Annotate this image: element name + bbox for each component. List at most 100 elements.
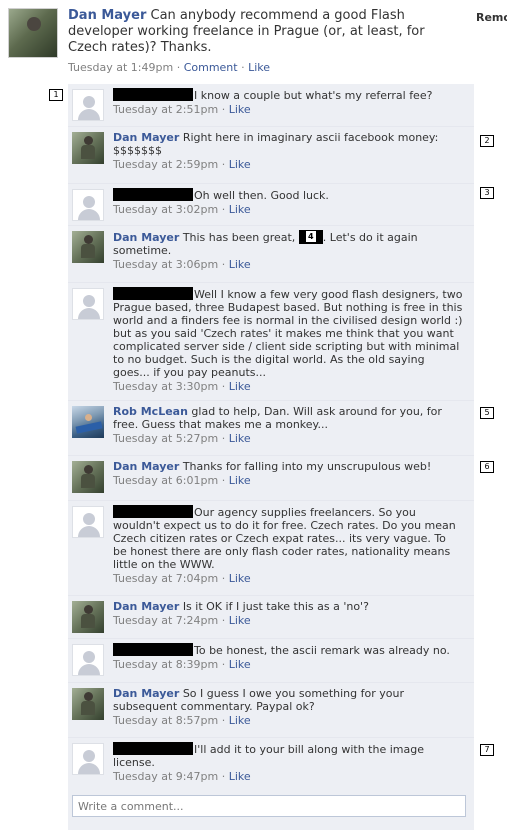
- comment-text: Is it OK if I just take this as a 'no'?: [182, 600, 369, 613]
- comment-meta: Tuesday at 7:24pm · Like: [113, 614, 463, 627]
- comment-meta: Tuesday at 8:57pm · Like: [113, 714, 463, 727]
- comment-body: Dan Mayer Right here in imaginary ascii …: [113, 131, 463, 171]
- author-avatar[interactable]: [72, 231, 104, 263]
- like-link[interactable]: Like: [229, 714, 251, 727]
- comment-timestamp[interactable]: Tuesday at 8:39pm: [113, 658, 218, 671]
- comment-meta: Tuesday at 3:30pm · Like: [113, 380, 463, 393]
- author-avatar[interactable]: [72, 406, 104, 438]
- comment-author-link[interactable]: Dan Mayer: [113, 460, 179, 473]
- separator: ·: [176, 61, 181, 74]
- comment-item: I know a couple but what's my referral f…: [68, 84, 474, 126]
- post-meta: Tuesday at 1:49pm · Comment · Like: [68, 61, 270, 74]
- comment-timestamp[interactable]: Tuesday at 3:30pm: [113, 380, 218, 393]
- redacted-author-name: [113, 287, 193, 300]
- separator: ·: [221, 258, 226, 271]
- like-link[interactable]: Like: [229, 474, 251, 487]
- comment-meta: Tuesday at 3:06pm · Like: [113, 258, 463, 271]
- annotation-marker-5: 5: [480, 407, 494, 419]
- comment-author-link[interactable]: Dan Mayer: [113, 231, 179, 244]
- redacted-author-name: [113, 505, 193, 518]
- like-link[interactable]: Like: [229, 203, 251, 216]
- comment-body: Rob McLean glad to help, Dan. Will ask a…: [113, 405, 463, 445]
- comment-meta: Tuesday at 6:01pm · Like: [113, 474, 463, 487]
- annotation-marker-2: 2: [480, 135, 494, 147]
- comment-timestamp[interactable]: Tuesday at 6:01pm: [113, 474, 218, 487]
- comment-timestamp[interactable]: Tuesday at 3:02pm: [113, 203, 218, 216]
- comment-author-link[interactable]: Dan Mayer: [113, 687, 179, 700]
- comment-meta: Tuesday at 7:04pm · Like: [113, 572, 463, 585]
- like-link[interactable]: Like: [229, 103, 251, 116]
- post-timestamp[interactable]: Tuesday at 1:49pm: [68, 61, 173, 74]
- like-link[interactable]: Like: [229, 432, 251, 445]
- separator: ·: [241, 61, 245, 74]
- comment-text: Oh well then. Good luck.: [194, 189, 329, 202]
- comment-item: I'll add it to your bill along with the …: [68, 737, 474, 792]
- annotation-marker-6: 6: [480, 461, 494, 473]
- like-link[interactable]: Like: [229, 572, 251, 585]
- default-user-avatar-icon[interactable]: [72, 644, 104, 676]
- like-link[interactable]: Like: [229, 658, 251, 671]
- comment-author-link[interactable]: Rob McLean: [113, 405, 188, 418]
- like-link[interactable]: Like: [248, 61, 270, 74]
- annotation-marker-7: 7: [480, 744, 494, 756]
- separator: ·: [221, 572, 226, 585]
- default-user-avatar-icon[interactable]: [72, 189, 104, 221]
- author-avatar[interactable]: [72, 132, 104, 164]
- separator: ·: [221, 158, 226, 171]
- post-author-link[interactable]: Dan Mayer: [68, 8, 146, 23]
- comment-timestamp[interactable]: Tuesday at 3:06pm: [113, 258, 218, 271]
- comment-body: I know a couple but what's my referral f…: [113, 88, 463, 116]
- comment-author-link[interactable]: Dan Mayer: [113, 600, 179, 613]
- comment-item: Dan Mayer Thanks for falling into my uns…: [68, 455, 474, 500]
- comment-text: I know a couple but what's my referral f…: [194, 89, 433, 102]
- author-avatar[interactable]: [8, 8, 58, 58]
- comment-meta: Tuesday at 8:39pm · Like: [113, 658, 463, 671]
- comment-meta: Tuesday at 3:02pm · Like: [113, 203, 463, 216]
- redacted-author-name: [113, 742, 193, 755]
- default-user-avatar-icon[interactable]: [72, 288, 104, 320]
- like-link[interactable]: Like: [229, 380, 251, 393]
- comment-text: Thanks for falling into my unscrupulous …: [182, 460, 432, 473]
- comment-body: Dan Mayer This has been great, 4. Let's …: [113, 230, 463, 271]
- comment-text-start: This has been great,: [182, 231, 296, 244]
- comment-body: I'll add it to your bill along with the …: [113, 742, 463, 783]
- separator: ·: [221, 103, 226, 116]
- separator: ·: [221, 714, 226, 727]
- comment-timestamp[interactable]: Tuesday at 2:51pm: [113, 103, 218, 116]
- author-avatar[interactable]: [72, 688, 104, 720]
- remove-link[interactable]: Remo: [476, 11, 507, 24]
- comment-timestamp[interactable]: Tuesday at 5:27pm: [113, 432, 218, 445]
- comment-author-link[interactable]: Dan Mayer: [113, 131, 179, 144]
- comment-timestamp[interactable]: Tuesday at 7:04pm: [113, 572, 218, 585]
- like-link[interactable]: Like: [229, 614, 251, 627]
- marker-label: 4: [305, 231, 316, 242]
- separator: ·: [221, 203, 226, 216]
- like-link[interactable]: Like: [229, 770, 251, 783]
- comment-timestamp[interactable]: Tuesday at 2:59pm: [113, 158, 218, 171]
- redacted-author-name: [113, 88, 193, 101]
- separator: ·: [221, 614, 226, 627]
- default-user-avatar-icon[interactable]: [72, 89, 104, 121]
- redacted-author-name: [113, 188, 193, 201]
- like-link[interactable]: Like: [229, 158, 251, 171]
- comment-timestamp[interactable]: Tuesday at 8:57pm: [113, 714, 218, 727]
- separator: ·: [221, 474, 226, 487]
- comment-body: Dan Mayer So I guess I owe you something…: [113, 687, 463, 727]
- feed-story: Dan Mayer Can anybody recommend a good F…: [0, 0, 507, 80]
- comment-timestamp[interactable]: Tuesday at 7:24pm: [113, 614, 218, 627]
- comment-thread: I know a couple but what's my referral f…: [68, 84, 474, 830]
- comment-text: To be honest, the ascii remark was alrea…: [194, 644, 450, 657]
- default-user-avatar-icon[interactable]: [72, 743, 104, 775]
- annotation-marker-3: 3: [480, 187, 494, 199]
- like-link[interactable]: Like: [229, 258, 251, 271]
- comment-item: Dan Mayer Is it OK if I just take this a…: [68, 595, 474, 638]
- write-comment-input[interactable]: Write a comment...: [72, 795, 466, 817]
- comment-timestamp[interactable]: Tuesday at 9:47pm: [113, 770, 218, 783]
- author-avatar[interactable]: [72, 601, 104, 633]
- comment-body: Oh well then. Good luck. Tuesday at 3:02…: [113, 188, 463, 216]
- post-message: Dan Mayer Can anybody recommend a good F…: [68, 8, 468, 56]
- comment-link[interactable]: Comment: [184, 61, 238, 74]
- author-avatar[interactable]: [72, 461, 104, 493]
- default-user-avatar-icon[interactable]: [72, 506, 104, 538]
- comment-body: Dan Mayer Is it OK if I just take this a…: [113, 600, 463, 627]
